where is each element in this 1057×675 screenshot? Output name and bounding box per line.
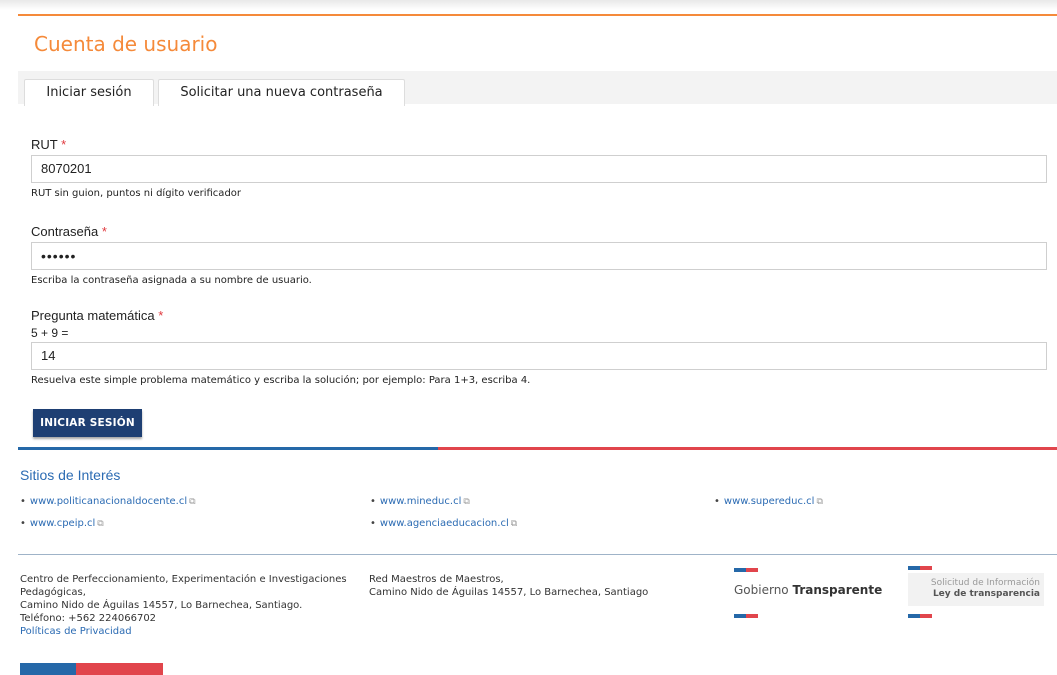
gobierno-transparente-logo[interactable]: Gobierno Transparente: [734, 568, 882, 620]
link-text[interactable]: www.agenciaeducacion.cl: [380, 518, 509, 529]
flag-stripe-top: [734, 568, 758, 572]
cpeip-address: Centro de Perfeccionamiento, Experimenta…: [20, 573, 360, 638]
ley-line2: Ley de transparencia: [932, 589, 1040, 599]
password-input[interactable]: ••••••: [31, 242, 1047, 270]
rut-input[interactable]: 8070201: [31, 155, 1047, 183]
link-mineduc[interactable]: • www.mineduc.cl ⧉: [370, 496, 470, 507]
login-button[interactable]: INICIAR SESIÓN: [33, 409, 142, 437]
bottom-flag-bar: [20, 663, 163, 675]
bullet: •: [20, 518, 26, 529]
divider-red: [438, 447, 1057, 450]
user-account-panel: Cuenta de usuario Iniciar sesión Solicit…: [18, 14, 1057, 675]
external-link-icon: ⧉: [463, 497, 470, 507]
link-text[interactable]: www.mineduc.cl: [380, 496, 461, 507]
math-answer-input[interactable]: 14: [31, 342, 1047, 370]
tabs-bar: Iniciar sesión Solicitar una nueva contr…: [18, 71, 1057, 106]
link-cpeip[interactable]: • www.cpeip.cl ⧉: [20, 518, 104, 529]
phone-line: Teléfono: +562 224066702: [20, 613, 157, 624]
external-link-icon: ⧉: [97, 519, 104, 529]
footer-divider: [18, 554, 1057, 555]
required-marker: *: [158, 308, 164, 323]
ley-badge: Solicitud de Información Ley de transpar…: [908, 573, 1044, 606]
password-label-text: Contraseña: [31, 224, 99, 239]
ley-transparencia-logo[interactable]: Solicitud de Información Ley de transpar…: [908, 566, 1048, 618]
external-link-icon: ⧉: [510, 519, 518, 529]
password-help: Escriba la contraseña asignada a su nomb…: [31, 275, 312, 286]
address-line: Pedagógicas,: [20, 587, 86, 598]
flag-stripe-bottom: [734, 614, 758, 618]
math-help: Resuelva este simple problema matemático…: [31, 375, 531, 386]
link-agenciaeducacion[interactable]: • www.agenciaeducacion.cl ⧉: [370, 518, 517, 529]
bullet: •: [714, 496, 720, 507]
bullet: •: [370, 518, 376, 529]
bullet: •: [370, 496, 376, 507]
address-line: Red Maestros de Maestros,: [369, 574, 504, 585]
rut-label-text: RUT: [31, 137, 58, 152]
required-marker: *: [101, 224, 107, 239]
sitios-title: Sitios de Interés: [20, 467, 121, 483]
rut-help: RUT sin guion, puntos ni dígito verifica…: [31, 188, 242, 199]
link-politicanacionaldocente[interactable]: • www.politicanacionaldocente.cl ⧉: [20, 496, 196, 507]
link-supereduc[interactable]: • www.supereduc.cl ⧉: [714, 496, 823, 507]
math-label-text: Pregunta matemática: [31, 308, 155, 323]
link-text[interactable]: www.cpeip.cl: [30, 518, 95, 529]
accent-line: [18, 14, 1057, 16]
rmm-address: Red Maestros de Maestros, Camino Nido de…: [369, 573, 669, 599]
privacy-link[interactable]: Políticas de Privacidad: [20, 626, 132, 637]
password-label: Contraseña *: [31, 224, 107, 239]
math-label: Pregunta matemática *: [31, 308, 163, 323]
bullet: •: [20, 496, 26, 507]
link-text[interactable]: www.politicanacionaldocente.cl: [30, 496, 187, 507]
math-question: 5 + 9 =: [31, 326, 69, 340]
page-title: Cuenta de usuario: [34, 32, 218, 56]
external-link-icon: ⧉: [189, 497, 196, 507]
ley-line1: Solicitud de Información: [930, 578, 1040, 588]
tab-login[interactable]: Iniciar sesión: [24, 79, 154, 106]
external-link-icon: ⧉: [816, 497, 823, 507]
divider-blue: [18, 447, 438, 450]
address-line: Centro de Perfeccionamiento, Experimenta…: [20, 574, 347, 585]
link-text[interactable]: www.supereduc.cl: [724, 496, 815, 507]
flag-stripe-bottom: [908, 614, 932, 618]
address-line: Camino Nido de Águilas 14557, Lo Barnech…: [20, 600, 303, 611]
address-line: Camino Nido de Águilas 14557, Lo Barnech…: [369, 587, 649, 598]
gobierno-text: Gobierno Transparente: [734, 583, 883, 597]
tab-request-password[interactable]: Solicitar una nueva contraseña: [158, 79, 405, 106]
required-marker: *: [61, 137, 67, 152]
rut-label: RUT *: [31, 137, 66, 152]
top-shadow: [0, 0, 1057, 10]
flag-stripe-top: [908, 566, 932, 570]
